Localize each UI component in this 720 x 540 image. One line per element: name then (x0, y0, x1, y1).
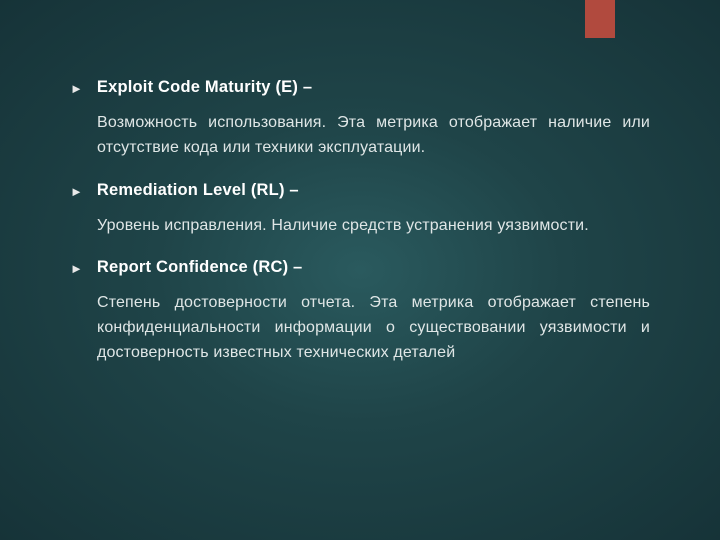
list-item: ► Report Confidence (RC) – Степень досто… (70, 258, 650, 365)
item-title: Report Confidence (RC) – (97, 258, 303, 277)
list-item: ► Exploit Code Maturity (E) – Возможност… (70, 78, 650, 161)
title-row: ► Exploit Code Maturity (E) – (70, 78, 650, 97)
list-item: ► Remediation Level (RL) – Уровень испра… (70, 181, 650, 239)
bullet-icon: ► (70, 261, 83, 277)
title-row: ► Report Confidence (RC) – (70, 258, 650, 277)
bullet-icon: ► (70, 81, 83, 97)
item-description: Возможность использования. Эта метрика о… (97, 111, 650, 161)
item-description: Уровень исправления. Наличие средств уст… (97, 214, 650, 239)
title-row: ► Remediation Level (RL) – (70, 181, 650, 200)
item-title: Exploit Code Maturity (E) – (97, 78, 312, 97)
accent-bar (585, 0, 615, 38)
bullet-icon: ► (70, 184, 83, 200)
item-title: Remediation Level (RL) – (97, 181, 299, 200)
slide-content: ► Exploit Code Maturity (E) – Возможност… (0, 0, 720, 366)
item-description: Степень достоверности отчета. Эта метрик… (97, 291, 650, 365)
